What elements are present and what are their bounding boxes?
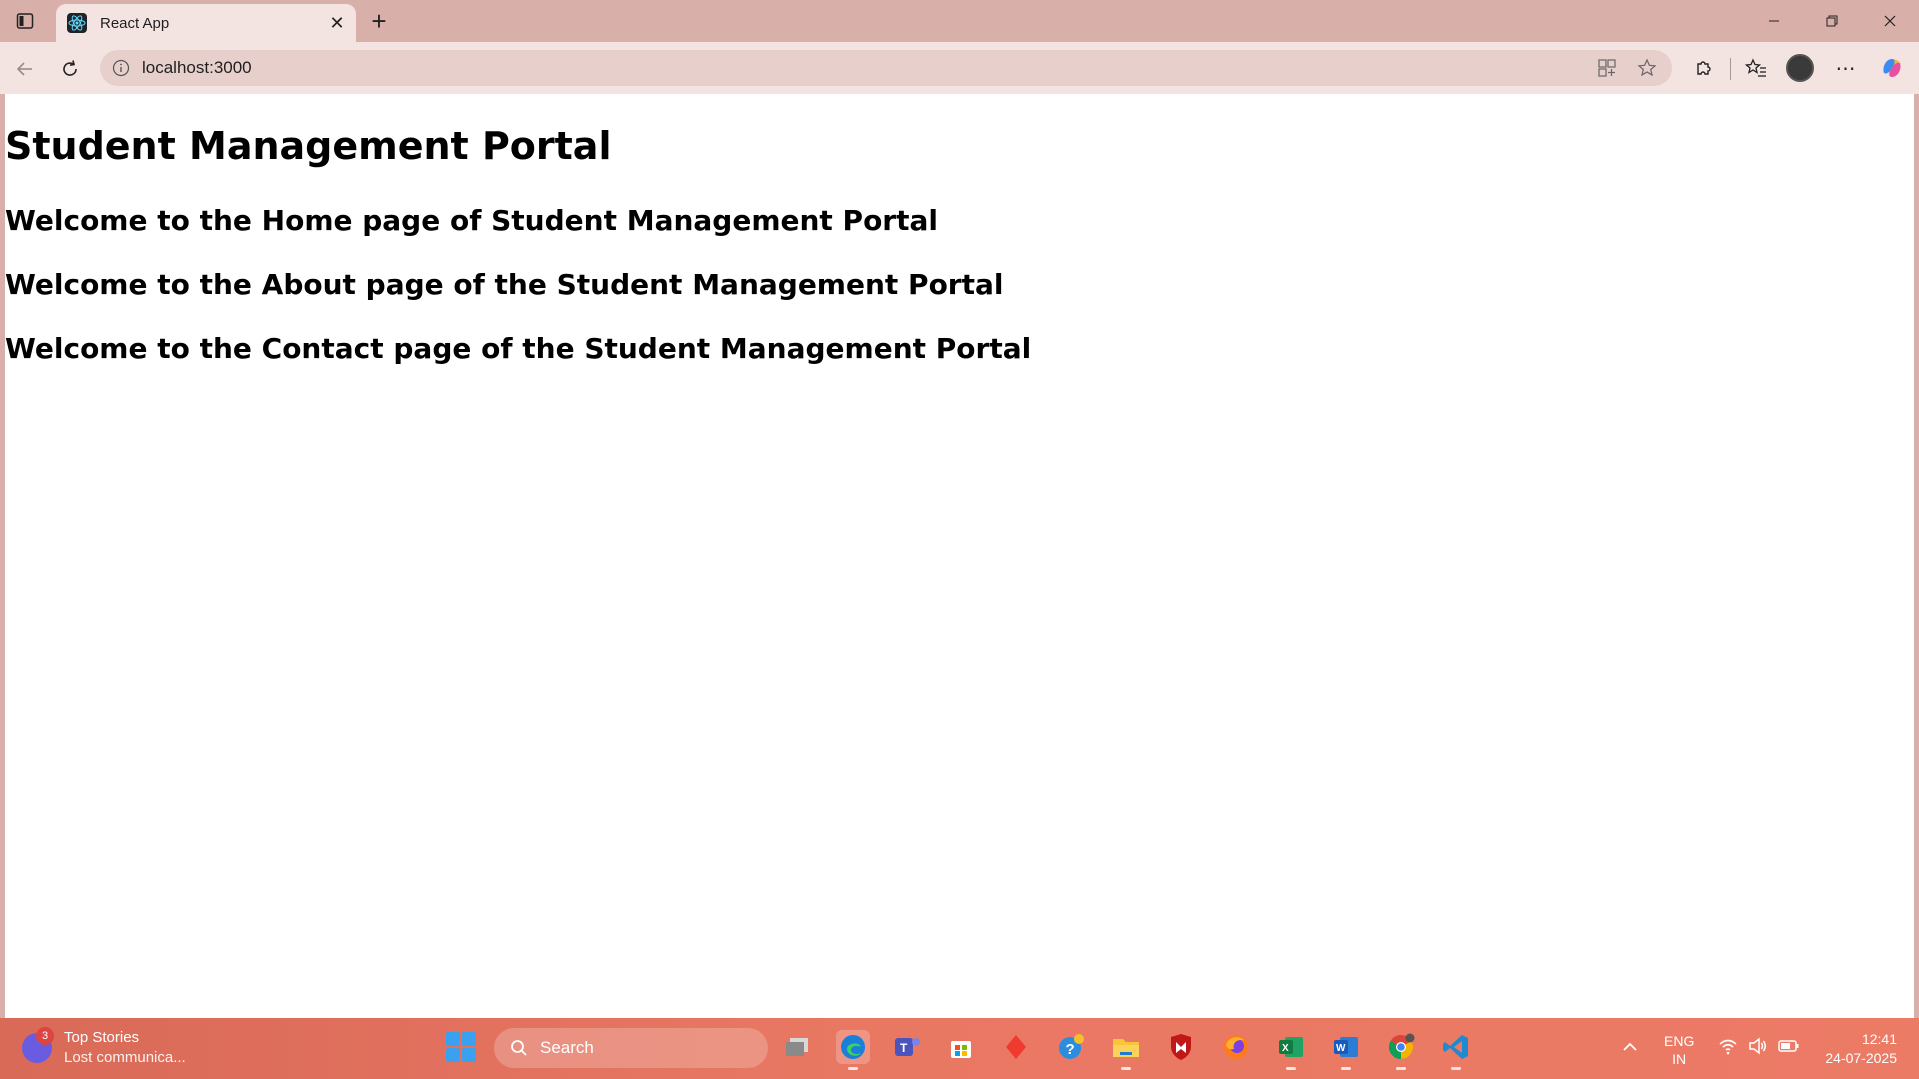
running-indicator (1121, 1067, 1131, 1070)
firefox-icon[interactable] (1219, 1030, 1253, 1064)
favorite-star-icon[interactable] (1632, 53, 1662, 83)
system-clock[interactable]: 12:41 24-07-2025 (1825, 1030, 1897, 1068)
url-text[interactable]: localhost:3000 (142, 58, 1592, 78)
react-logo-icon (66, 12, 88, 34)
language-indicator[interactable]: ENG IN (1664, 1032, 1694, 1068)
restore-button[interactable] (1803, 0, 1861, 42)
svg-text:?: ? (1066, 1041, 1075, 1058)
vscode-icon[interactable] (1439, 1030, 1473, 1070)
back-button[interactable] (10, 54, 40, 84)
news-widget[interactable]: 3 Top Stories Lost communica... (22, 1027, 186, 1068)
volume-icon (1749, 1037, 1766, 1055)
about-welcome-heading: Welcome to the About page of the Student… (5, 268, 1004, 301)
svg-text:X: X (1282, 1043, 1289, 1054)
running-indicator (1396, 1067, 1406, 1070)
home-welcome-heading: Welcome to the Home page of Student Mana… (5, 204, 938, 237)
svg-text:T: T (900, 1041, 908, 1055)
back-arrow-icon (16, 62, 32, 76)
excel-icon[interactable]: X (1274, 1030, 1308, 1070)
region-code: IN (1672, 1051, 1687, 1067)
running-indicator (848, 1067, 858, 1070)
new-tab-button[interactable]: + (364, 6, 394, 36)
taskbar-search[interactable]: Search (494, 1028, 768, 1068)
copilot-icon (1883, 59, 1901, 77)
tab-title: React App (100, 14, 170, 32)
tab-close-button[interactable]: ✕ (324, 10, 350, 36)
toolbar-divider (1730, 58, 1731, 80)
close-icon (1884, 15, 1896, 27)
news-title: Top Stories (64, 1029, 140, 1046)
reload-icon (63, 60, 77, 76)
browser-toolbar: localhost:3000 ⋯ (0, 42, 1919, 94)
page-title: Student Management Portal (5, 124, 612, 168)
wifi-icon (1719, 1039, 1737, 1055)
search-label: Search (540, 1038, 594, 1057)
mcafee-icon[interactable] (1164, 1030, 1198, 1064)
extensions-button[interactable] (1688, 52, 1720, 84)
start-button[interactable] (446, 1032, 476, 1062)
minimize-button[interactable] (1745, 0, 1803, 42)
file-explorer-icon[interactable] (1109, 1030, 1143, 1070)
more-dots-icon: ⋯ (1835, 57, 1857, 80)
word-icon[interactable]: W (1329, 1030, 1363, 1070)
app-available-icon[interactable] (1592, 53, 1622, 83)
language-code: ENG (1664, 1033, 1695, 1049)
page-viewport: Student Management Portal Welcome to the… (5, 94, 1914, 1018)
sidebar-toggle-button[interactable] (12, 8, 38, 34)
reload-button[interactable] (55, 54, 85, 84)
teams-icon[interactable]: T (890, 1030, 924, 1064)
plus-icon: + (371, 5, 387, 36)
battery-icon (1778, 1040, 1799, 1052)
clock-time: 12:41 (1861, 1031, 1897, 1047)
profile-button[interactable] (1784, 52, 1816, 84)
copilot-button[interactable] (1876, 52, 1908, 84)
help-icon[interactable]: ? (1054, 1030, 1088, 1064)
running-indicator (1286, 1067, 1296, 1070)
running-indicator (1341, 1067, 1351, 1070)
address-bar[interactable]: localhost:3000 (100, 50, 1672, 86)
contact-welcome-heading: Welcome to the Contact page of the Stude… (5, 332, 1032, 365)
windows-logo-icon (446, 1032, 460, 1046)
windows-taskbar: 3 Top Stories Lost communica... Search T (0, 1018, 1919, 1079)
tray-overflow-button[interactable] (1616, 1030, 1644, 1064)
running-indicator (1451, 1067, 1461, 1070)
avatar (1786, 54, 1814, 82)
weather-widget-icon: 3 (22, 1027, 54, 1063)
puzzle-icon (1697, 61, 1711, 75)
site-info-icon[interactable] (110, 57, 132, 79)
favorites-list-icon (1745, 58, 1766, 77)
chrome-icon[interactable] (1384, 1030, 1418, 1070)
window-controls (1745, 0, 1919, 42)
close-icon: ✕ (329, 12, 345, 33)
task-view-icon[interactable] (780, 1030, 814, 1064)
browser-titlebar: React App ✕ + (0, 0, 1919, 42)
store-icon[interactable] (944, 1030, 978, 1064)
close-window-button[interactable] (1861, 0, 1919, 42)
svg-text:W: W (1336, 1043, 1346, 1054)
quick-settings[interactable] (1718, 1036, 1800, 1056)
restore-icon (1826, 15, 1838, 27)
minimize-icon (1769, 20, 1779, 22)
edge-icon[interactable] (836, 1030, 870, 1070)
news-subtitle: Lost communica... (64, 1049, 186, 1066)
red-diamond-app-icon[interactable] (999, 1030, 1033, 1064)
sidebar-toggle-icon (16, 13, 34, 29)
notification-badge: 3 (36, 1027, 54, 1045)
clock-date: 24-07-2025 (1825, 1050, 1897, 1066)
chevron-up-icon (1623, 1042, 1637, 1051)
search-icon (508, 1037, 530, 1059)
browser-tab-active[interactable]: React App ✕ (56, 4, 356, 42)
favorites-button[interactable] (1740, 52, 1772, 84)
settings-more-button[interactable]: ⋯ (1830, 52, 1862, 84)
